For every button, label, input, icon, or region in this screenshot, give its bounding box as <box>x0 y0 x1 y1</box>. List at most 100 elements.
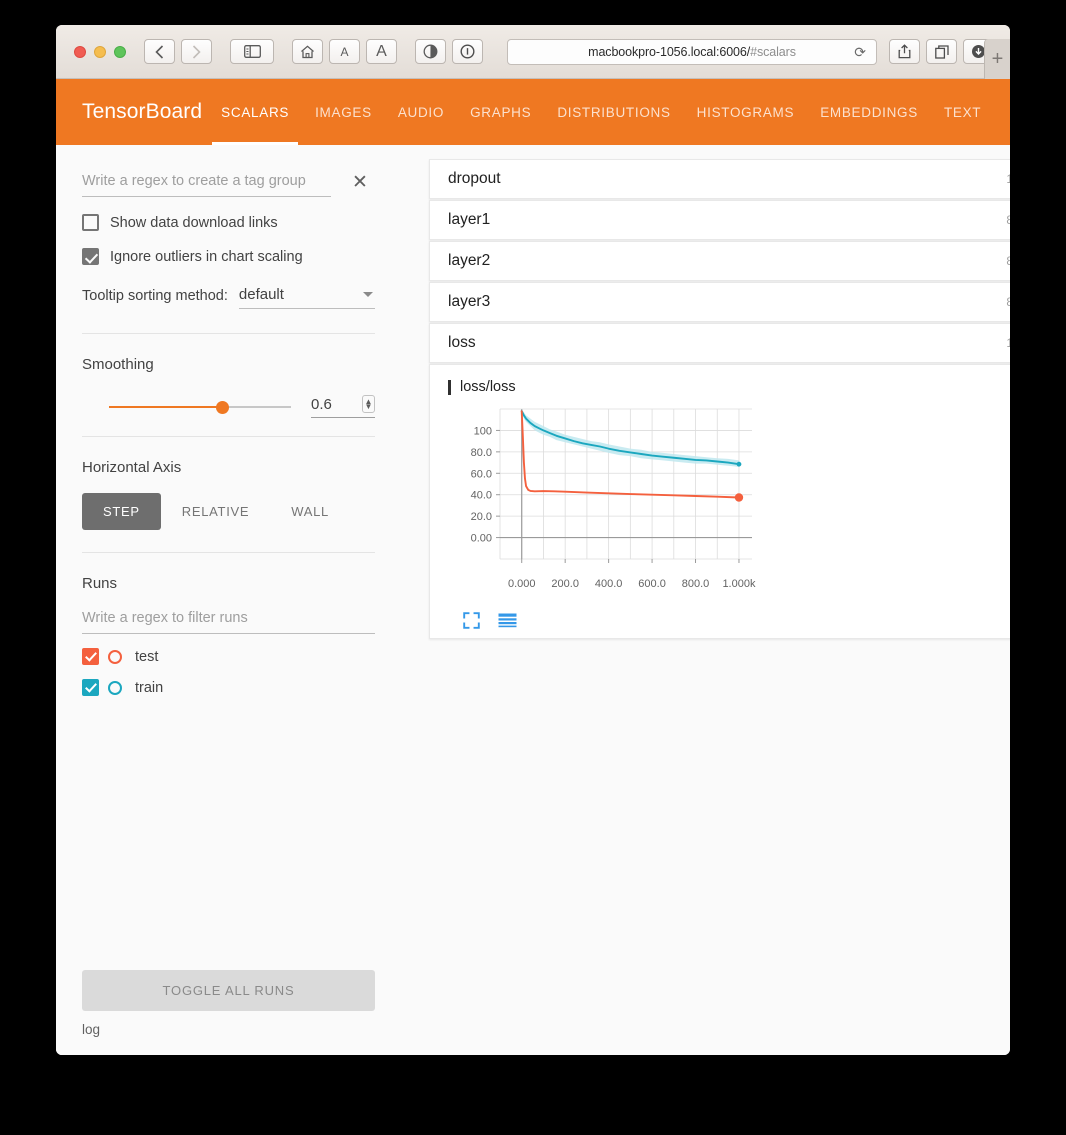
tab-images[interactable]: IMAGES <box>302 79 385 145</box>
show-download-links-label: Show data download links <box>110 214 278 231</box>
text-size-small-button[interactable]: A <box>329 39 360 64</box>
tag-group-name: layer1 <box>448 211 491 228</box>
forward-button[interactable] <box>181 39 212 64</box>
chart-title: loss/loss <box>460 379 516 395</box>
tag-group-count: 8 <box>1006 213 1010 227</box>
svg-text:600.0: 600.0 <box>638 578 666 590</box>
tag-group-layer3[interactable]: layer3 8 <box>429 282 1010 322</box>
tag-group-count: 8 <box>1006 254 1010 268</box>
home-icon[interactable] <box>292 39 323 64</box>
tooltip-sorting-value: default <box>238 286 284 303</box>
tab-graphs[interactable]: GRAPHS <box>457 79 544 145</box>
slider-thumb[interactable] <box>215 400 229 414</box>
chart-plot-area[interactable]: 0.00 20.0 40.0 60.0 80.0 100 0.000 200.0 400.0 60… <box>430 401 1010 606</box>
tag-group-name: layer3 <box>448 293 491 310</box>
new-tab-button[interactable]: + <box>984 39 1010 79</box>
ignore-outliers-row[interactable]: Ignore outliers in chart scaling <box>82 248 375 265</box>
sidebar-button-group <box>230 39 280 64</box>
nav-buttons <box>144 39 218 64</box>
runs-filter-input[interactable] <box>82 610 375 634</box>
sidebar-footer: TOGGLE ALL RUNS log <box>56 970 401 1055</box>
smoothing-slider[interactable] <box>109 399 291 415</box>
reader-icon[interactable] <box>415 39 446 64</box>
clear-tag-filter-icon[interactable]: ✕ <box>345 167 375 197</box>
data-table-icon[interactable] <box>498 612 517 629</box>
show-download-links-row[interactable]: Show data download links <box>82 214 375 231</box>
show-download-links-checkbox[interactable] <box>82 214 99 231</box>
smoothing-row: 0.6 ▲ ▼ <box>82 395 375 418</box>
axis-step-button[interactable]: STEP <box>82 493 161 530</box>
new-tab-label: + <box>991 47 1004 70</box>
run-item-test[interactable]: test <box>82 648 375 665</box>
tag-group-regex-input[interactable] <box>82 173 331 197</box>
tag-group-loss[interactable]: loss 1 <box>429 323 1010 363</box>
toggle-all-runs-button[interactable]: TOGGLE ALL RUNS <box>82 970 375 1011</box>
tag-group-layer2[interactable]: layer2 8 <box>429 241 1010 281</box>
minimize-window-button[interactable] <box>94 45 106 58</box>
tag-group-dropout[interactable]: dropout 1 <box>429 159 1010 199</box>
log-label: log <box>82 1022 101 1037</box>
smoothing-number-field[interactable]: 0.6 ▲ ▼ <box>311 395 375 418</box>
smoothing-section: Smoothing 0.6 ▲ ▼ <box>56 334 401 436</box>
run-train-color-swatch <box>108 680 122 695</box>
tag-filter-section: ✕ Show data download links Ignore outlie… <box>56 145 401 311</box>
tag-group-layer1[interactable]: layer1 8 <box>429 200 1010 240</box>
tab-embeddings[interactable]: EMBEDDINGS <box>807 79 931 145</box>
tag-group-list: dropout 1 layer1 8 layer2 8 layer3 8 los… <box>429 159 1010 363</box>
tag-group-name: layer2 <box>448 252 491 269</box>
horizontal-axis-buttons: STEP RELATIVE WALL <box>82 493 375 552</box>
axis-relative-button[interactable]: RELATIVE <box>161 493 271 530</box>
svg-text:400.0: 400.0 <box>595 578 623 590</box>
main-content: dropout 1 layer1 8 layer2 8 layer3 8 los… <box>401 145 1010 1055</box>
tab-histograms[interactable]: HISTOGRAMS <box>684 79 808 145</box>
window-controls <box>74 45 126 58</box>
tab-audio[interactable]: AUDIO <box>385 79 457 145</box>
ignore-outliers-label: Ignore outliers in chart scaling <box>110 248 303 265</box>
tab-scalars-label: SCALARS <box>221 104 290 120</box>
maximize-window-button[interactable] <box>114 45 126 58</box>
chart-title-marker <box>448 379 451 395</box>
tab-images-label: IMAGES <box>315 104 372 120</box>
stepper-down-icon[interactable]: ▼ <box>365 402 373 410</box>
run-test-checkbox[interactable] <box>82 648 99 665</box>
loss-line-chart[interactable]: 0.00 20.0 40.0 60.0 80.0 100 0.000 200.0 400.0 60… <box>442 401 762 601</box>
expand-chart-icon[interactable] <box>463 612 480 629</box>
chart-header: loss/loss <box>430 379 1010 395</box>
address-bar[interactable]: macbookpro-1056.local:6006/#scalars ⟳ <box>507 38 877 65</box>
back-button[interactable] <box>144 39 175 64</box>
slider-fill <box>109 405 222 408</box>
url-host: macbookpro-1056.local:6006/ <box>588 44 751 59</box>
run-train-checkbox[interactable] <box>82 679 99 696</box>
svg-text:20.0: 20.0 <box>471 511 492 523</box>
tooltip-sorting-select[interactable]: default <box>238 286 375 309</box>
reload-icon[interactable]: ⟳ <box>854 45 866 59</box>
tabs-icon[interactable] <box>926 39 957 64</box>
runs-section: Runs test train <box>56 553 401 696</box>
smoothing-stepper[interactable]: ▲ ▼ <box>362 395 375 413</box>
close-window-button[interactable] <box>74 45 86 58</box>
url-fragment: #scalars <box>750 44 796 59</box>
tab-text[interactable]: TEXT <box>931 79 994 145</box>
url-text: macbookpro-1056.local:6006/#scalars <box>518 45 866 59</box>
share-icon[interactable] <box>889 39 920 64</box>
run-test-label: test <box>135 648 159 665</box>
tag-group-count: 8 <box>1006 295 1010 309</box>
svg-text:60.0: 60.0 <box>471 468 492 480</box>
axis-wall-button[interactable]: WALL <box>270 493 350 530</box>
tooltip-sorting-row: Tooltip sorting method: default <box>82 286 375 311</box>
text-size-large-button[interactable]: A <box>366 39 397 64</box>
app-body: ✕ Show data download links Ignore outlie… <box>56 145 1010 1055</box>
info-icon[interactable] <box>452 39 483 64</box>
tab-distributions[interactable]: DISTRIBUTIONS <box>544 79 683 145</box>
svg-text:40.0: 40.0 <box>471 490 492 502</box>
page-button-group: A A <box>292 39 403 64</box>
tab-histograms-label: HISTOGRAMS <box>696 104 795 120</box>
sidebar-toggle-icon[interactable] <box>230 39 274 64</box>
tab-scalars[interactable]: SCALARS <box>208 79 302 145</box>
run-item-train[interactable]: train <box>82 679 375 696</box>
ignore-outliers-checkbox[interactable] <box>82 248 99 265</box>
tooltip-sorting-label: Tooltip sorting method: <box>82 288 228 304</box>
tag-group-count: 1 <box>1006 336 1010 350</box>
